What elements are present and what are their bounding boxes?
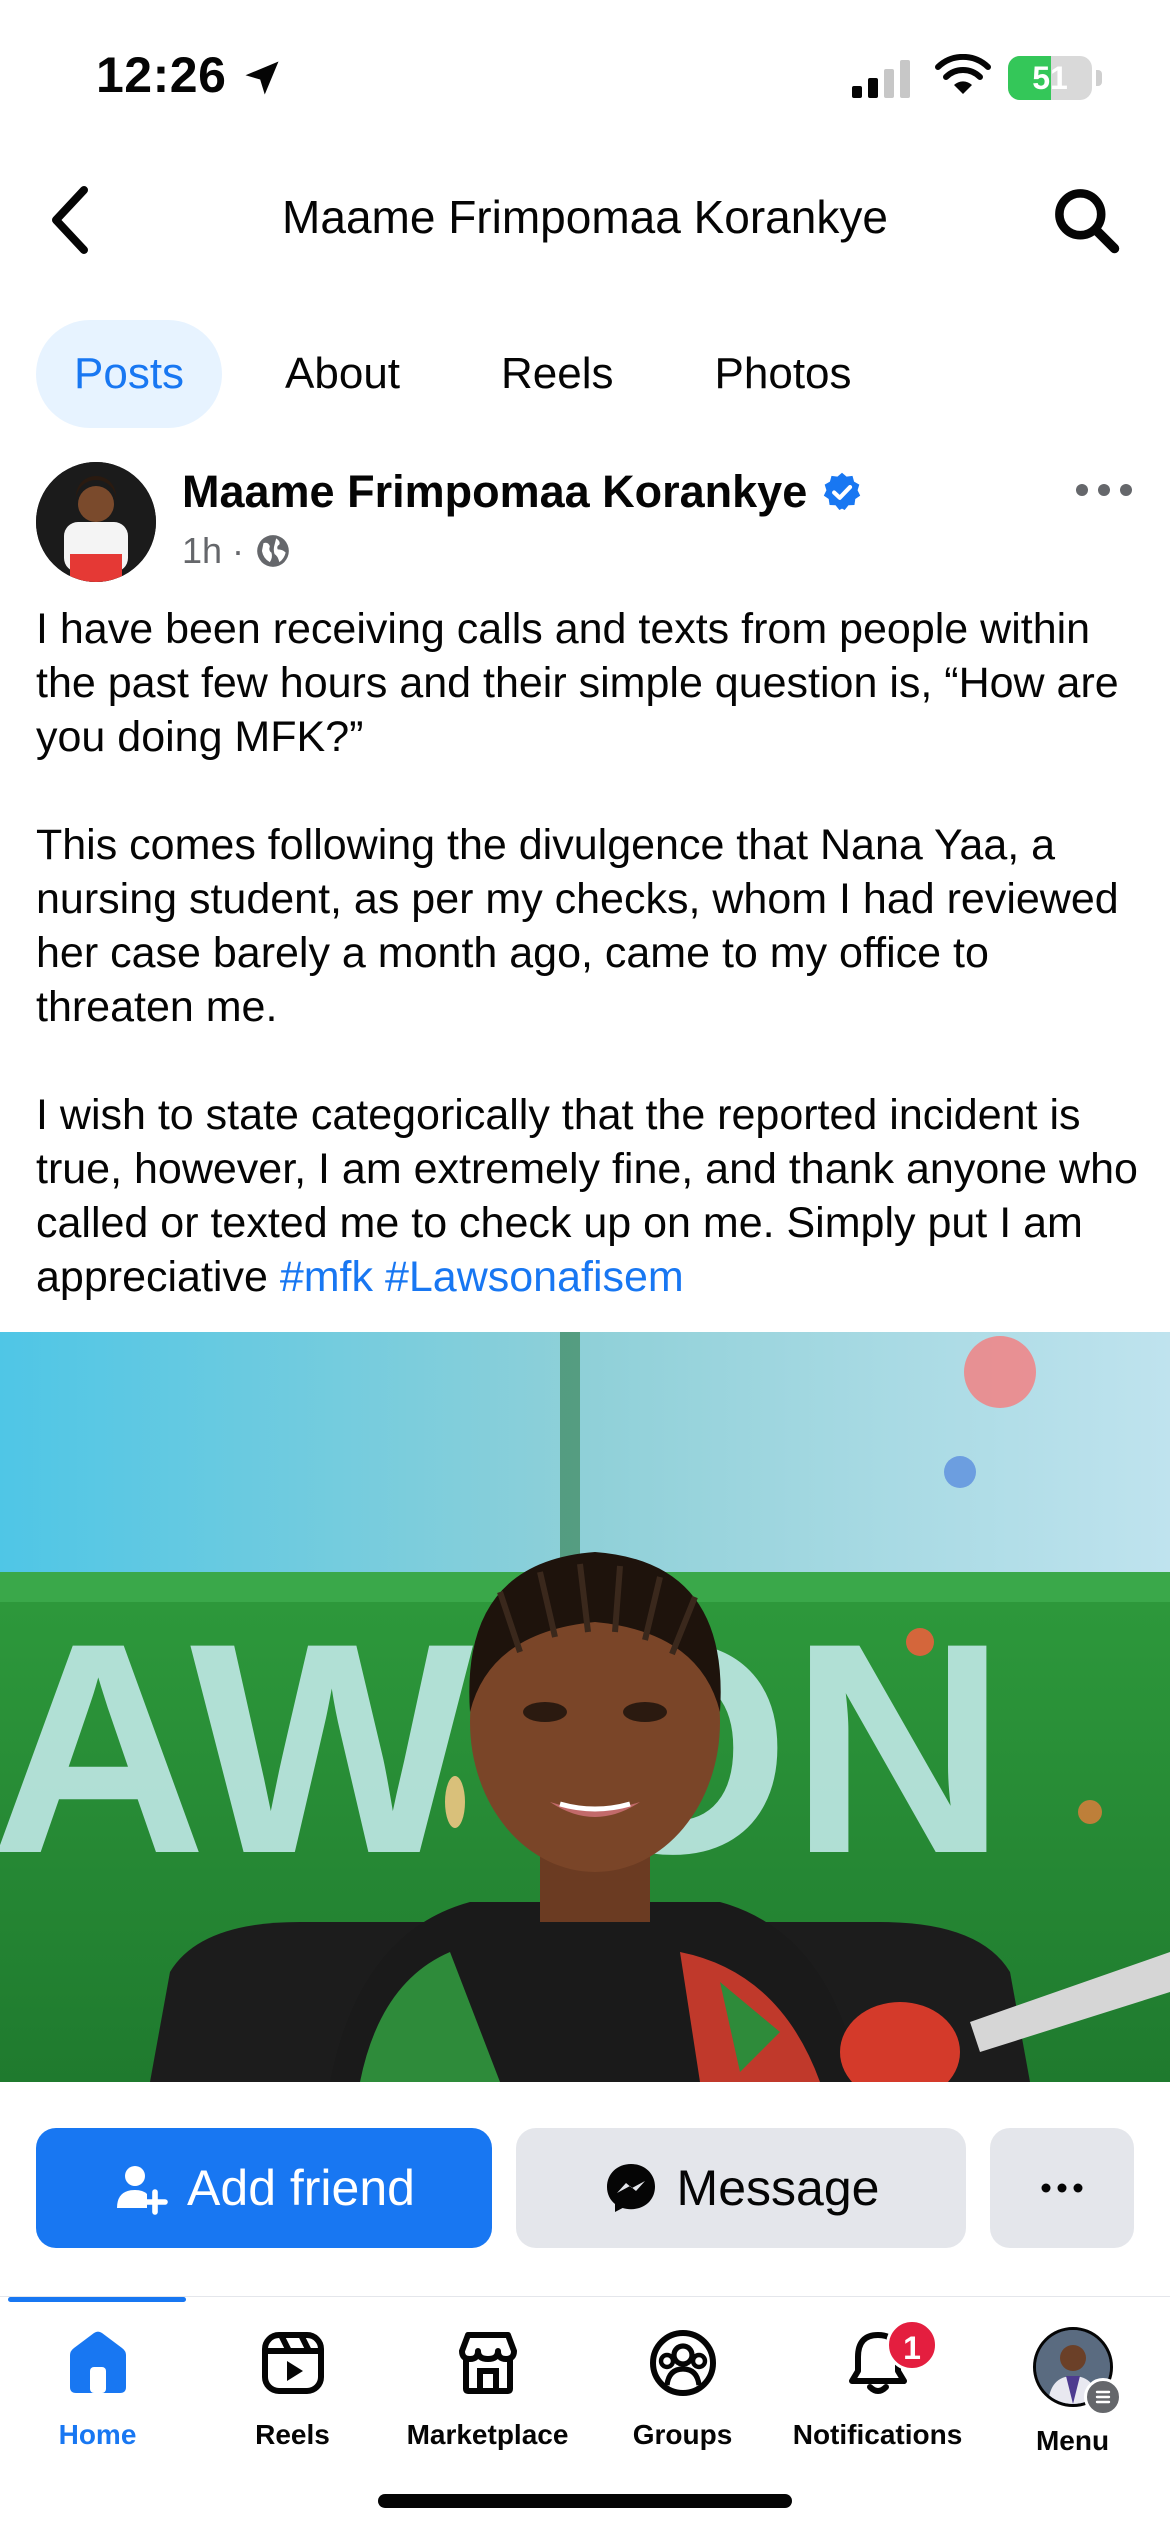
nav-groups[interactable]: Groups: [585, 2327, 780, 2477]
message-button[interactable]: Message: [516, 2128, 966, 2248]
location-arrow-icon: [245, 61, 279, 95]
globe-public-icon: [257, 535, 289, 567]
nav-reels[interactable]: Reels: [195, 2327, 390, 2477]
post-photo-illustration: AW ON: [0, 1332, 1170, 2082]
nav-home[interactable]: Home: [0, 2327, 195, 2477]
home-icon: [69, 2331, 126, 2393]
groups-icon: [649, 2330, 716, 2396]
reels-icon: [261, 2332, 324, 2394]
nav-reels-label: Reels: [255, 2419, 330, 2450]
post-author-row: Maame Frimpomaa Korankye: [182, 466, 863, 518]
home-indicator[interactable]: [378, 2494, 792, 2508]
post-paragraph-2: This comes following the divulgence that…: [36, 821, 1119, 1031]
profile-tabs: Posts About Reels Photos: [36, 320, 915, 428]
search-button[interactable]: [1048, 182, 1124, 258]
nav-notifications-label: Notifications: [792, 2419, 963, 2450]
nav-menu-label: Menu: [1035, 2425, 1110, 2456]
post-more-options-button[interactable]: [1070, 470, 1138, 510]
menu-hamburger-badge: [1083, 2378, 1122, 2416]
menu-profile-avatar: [1032, 2327, 1122, 2416]
post-paragraph-3: I wish to state categorically that the r…: [36, 1088, 1146, 1304]
profile-header: Maame Frimpomaa Korankye: [0, 160, 1170, 280]
back-button[interactable]: [40, 182, 100, 258]
hashtag-mfk[interactable]: #mfk: [280, 1253, 373, 1301]
post-author-name[interactable]: Maame Frimpomaa Korankye: [182, 466, 807, 518]
nav-marketplace-label: Marketplace: [406, 2419, 569, 2450]
hamburger-icon: [1095, 2390, 1110, 2404]
post-meta: 1h ·: [182, 530, 292, 572]
nav-menu[interactable]: Menu: [975, 2327, 1170, 2477]
messenger-icon: [606, 2164, 655, 2212]
nav-home-label: Home: [58, 2419, 137, 2450]
post-timestamp[interactable]: 1h: [182, 530, 222, 572]
tab-reels[interactable]: Reels: [463, 320, 652, 428]
status-bar: 12:26 51: [0, 0, 1170, 150]
ellipsis-icon: [1041, 2183, 1083, 2193]
verified-badge-icon: [824, 472, 861, 511]
notification-badge: 1: [886, 2319, 938, 2371]
page-title: Maame Frimpomaa Korankye: [282, 191, 888, 243]
hashtag-lawsonafisem[interactable]: #Lawsonafisem: [385, 1253, 684, 1301]
marketplace-icon: [458, 2332, 517, 2394]
battery-indicator: 51: [1008, 56, 1092, 100]
tab-posts[interactable]: Posts: [36, 320, 223, 428]
profile-actions: Add friend Message: [0, 2082, 1170, 2298]
post-paragraph-1: I have been receiving calls and texts fr…: [36, 605, 1119, 761]
nav-notifications[interactable]: 1 Notifications: [780, 2319, 975, 2477]
status-time: 12:26: [96, 47, 227, 103]
nav-groups-label: Groups: [632, 2419, 733, 2450]
nav-marketplace[interactable]: Marketplace: [390, 2327, 585, 2477]
active-tab-indicator: [8, 2297, 186, 2302]
message-label: Message: [676, 2160, 880, 2216]
meta-separator: ·: [232, 530, 245, 571]
post-body: I have been receiving calls and texts fr…: [36, 602, 1146, 1304]
author-avatar-image: [36, 462, 156, 582]
profile-more-button[interactable]: [990, 2128, 1134, 2248]
tab-about[interactable]: About: [247, 320, 438, 428]
battery-cap: [1096, 70, 1102, 86]
post-image[interactable]: AW ON: [0, 1332, 1170, 2082]
wifi-icon: [935, 54, 991, 94]
add-person-icon: [117, 2166, 168, 2215]
cellular-signal-icon: [852, 60, 910, 98]
add-friend-button[interactable]: Add friend: [36, 2128, 492, 2248]
author-avatar[interactable]: [36, 462, 156, 582]
add-friend-label: Add friend: [187, 2160, 415, 2216]
battery-percent: 51: [1032, 60, 1068, 96]
tab-photos[interactable]: Photos: [677, 320, 890, 428]
